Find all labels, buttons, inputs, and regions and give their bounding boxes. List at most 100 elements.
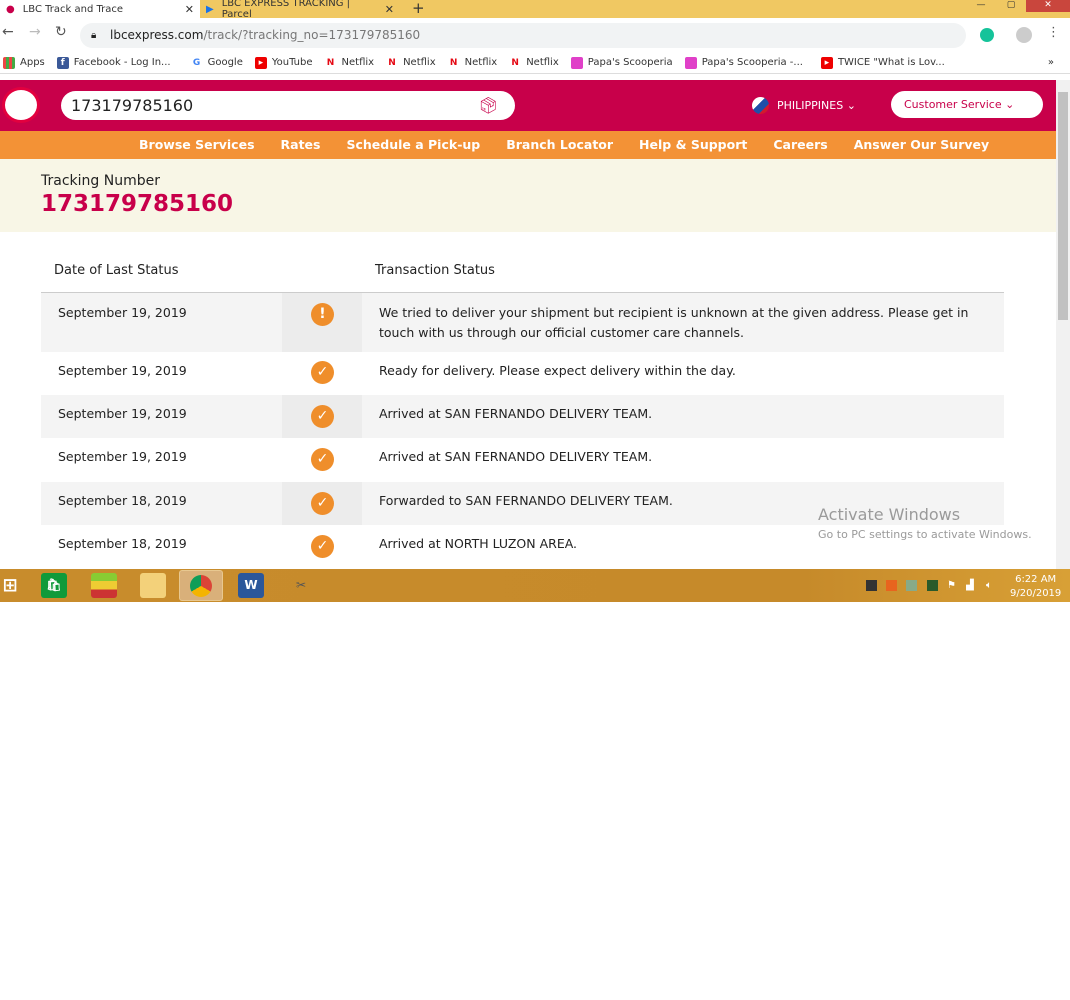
lbc-logo[interactable]: [2, 87, 40, 123]
close-tab-icon[interactable]: ✕: [185, 3, 194, 16]
bookmark-papas[interactable]: Papa's Scooperia: [570, 56, 673, 69]
bookmark-netflix[interactable]: N Netflix: [448, 57, 498, 69]
action-center-flag-icon[interactable]: ⚑: [947, 580, 958, 591]
bookmark-label: YouTube: [271, 57, 313, 68]
snipping-tool-icon[interactable]: ✂: [288, 573, 314, 598]
table-row: September 19, 2019 ✓ Ready for delivery. P…: [41, 352, 1004, 395]
play-favicon-icon: ▶: [206, 3, 214, 15]
bookmark-label: Apps: [20, 57, 45, 68]
nav-rates[interactable]: Rates: [268, 131, 334, 159]
check-icon: ✓: [311, 492, 334, 515]
row-date: September 19, 2019: [58, 406, 187, 421]
header-status: Transaction Status: [375, 263, 495, 278]
bookmark-label: Netflix: [464, 57, 498, 68]
tab-strip: ● LBC Track and Trace ✕ ▶ LBC EXPRESS TRACK…: [0, 0, 1070, 20]
apps-icon: [3, 56, 15, 69]
netflix-icon: N: [511, 57, 519, 68]
chrome-icon: [190, 575, 212, 597]
chrome-taskbar-button[interactable]: [179, 570, 223, 601]
clock-date: 9/20/2019: [1010, 588, 1062, 599]
row-status: We tried to deliver your shipment but re…: [379, 305, 969, 340]
nav-careers[interactable]: Careers: [760, 131, 840, 159]
file-explorer-icon[interactable]: [140, 573, 166, 598]
tray-java-icon[interactable]: [886, 580, 897, 591]
volume-icon[interactable]: 🔈︎: [986, 580, 997, 591]
facebook-icon: f: [56, 56, 69, 69]
google-icon: G: [192, 57, 201, 68]
row-date: September 19, 2019: [58, 449, 187, 464]
bookmark-youtube[interactable]: ▸ YouTube: [254, 56, 313, 69]
bookmark-google[interactable]: G Google: [191, 57, 243, 69]
tab-lbc-express[interactable]: ▶ LBC EXPRESS TRACKING | Parcel ✕: [200, 0, 400, 20]
new-tab-icon[interactable]: +: [412, 0, 425, 17]
more-bookmarks-button[interactable]: »: [1048, 57, 1054, 68]
bookmark-label: Papa's Scooperia -...: [701, 57, 803, 68]
back-icon[interactable]: ←: [2, 24, 14, 40]
tracking-number: 173179785160: [41, 191, 234, 217]
bookmark-label: Netflix: [403, 57, 436, 68]
close-window-icon[interactable]: ✕: [1026, 0, 1070, 12]
profile-icon[interactable]: [1016, 27, 1032, 43]
maximize-icon[interactable]: ▢: [996, 0, 1026, 12]
track-search-icon[interactable]: 📦︎: [478, 96, 498, 115]
papas-icon: [684, 56, 697, 69]
youtube-icon: ▸: [820, 56, 833, 69]
nav-schedule-pickup[interactable]: Schedule a Pick-up: [333, 131, 493, 159]
nav-branch-locator[interactable]: Branch Locator: [493, 131, 626, 159]
table-row: September 19, 2019! We tried to deliver y…: [41, 293, 1004, 352]
bookmark-apps[interactable]: Apps: [3, 56, 45, 69]
grammarly-icon[interactable]: [980, 28, 994, 42]
row-date: September 18, 2019: [58, 536, 187, 551]
lock-icon: 🔒︎: [91, 30, 97, 41]
tray-nvidia-icon[interactable]: [927, 580, 938, 591]
tab-lbc-track[interactable]: ● LBC Track and Trace ✕: [0, 0, 200, 18]
country-label: PHILIPPINES ⌄: [777, 99, 856, 112]
nav-help-support[interactable]: Help & Support: [626, 131, 760, 159]
table-row: September 19, 2019 ✓ Arrived at SAN FERNAN…: [41, 438, 1004, 482]
tracking-search-input[interactable]: 173179785160: [61, 91, 515, 120]
bookmark-netflix[interactable]: N Netflix: [509, 57, 559, 69]
nav-answer-survey[interactable]: Answer Our Survey: [841, 131, 1002, 159]
activate-windows-subtitle: Go to PC settings to activate Windows.: [818, 528, 1032, 541]
customer-service-button[interactable]: Customer Service ⌄: [891, 91, 1043, 118]
bookmark-facebook[interactable]: f Facebook - Log In...: [56, 56, 171, 69]
bluestacks-icon[interactable]: [91, 573, 117, 598]
network-icon[interactable]: ▟: [966, 580, 977, 591]
bookmark-label: Papa's Scooperia: [587, 57, 673, 68]
bookmark-label: Netflix: [341, 57, 375, 68]
tray-usb-icon[interactable]: [906, 580, 917, 591]
windows-start-icon[interactable]: ⊞: [0, 573, 20, 598]
bookmark-label: Facebook - Log In...: [73, 57, 171, 68]
main-nav: Browse Services Rates Schedule a Pick-up…: [0, 131, 1056, 159]
papas-icon: [570, 56, 583, 69]
table-row: September 19, 2019 ✓ Arrived at SAN FERNAN…: [41, 395, 1004, 438]
address-bar[interactable]: 🔒︎ lbcexpress.com/track/?tracking_no=1731…: [80, 23, 966, 48]
store-icon[interactable]: 🛍︎: [41, 573, 67, 598]
minimize-icon[interactable]: —: [966, 0, 996, 12]
bookmark-papas[interactable]: Papa's Scooperia -...: [684, 56, 803, 69]
bookmark-netflix[interactable]: N Netflix: [325, 57, 375, 69]
tray-app-icon[interactable]: [866, 580, 877, 591]
nav-browse-services[interactable]: Browse Services: [126, 131, 268, 159]
country-selector[interactable]: PHILIPPINES ⌄: [752, 97, 856, 114]
system-clock[interactable]: 6:22 AM 9/20/2019: [1010, 573, 1061, 601]
youtube-icon: ▸: [254, 56, 267, 69]
forward-icon[interactable]: →: [29, 24, 41, 40]
word-icon[interactable]: W: [238, 573, 264, 598]
row-date: September 19, 2019: [58, 363, 187, 378]
bookmark-netflix[interactable]: N Netflix: [386, 57, 436, 69]
scrollbar-thumb[interactable]: [1058, 92, 1068, 320]
row-date: September 18, 2019: [58, 493, 187, 508]
row-status: Arrived at SAN FERNANDO DELIVERY TEAM.: [379, 449, 653, 464]
clock-time: 6:22 AM: [1015, 574, 1057, 585]
bookmark-label: Netflix: [526, 57, 559, 68]
bookmark-twice[interactable]: ▸ TWICE "What is Lov...: [820, 56, 945, 69]
close-tab-icon[interactable]: ✕: [385, 3, 394, 16]
menu-icon[interactable]: ⋮: [1047, 25, 1060, 40]
check-icon: ✓: [311, 361, 334, 384]
tab-title: LBC EXPRESS TRACKING | Parcel: [221, 0, 351, 20]
bookmark-label: Google: [207, 57, 243, 68]
check-icon: ✓: [311, 535, 334, 558]
reload-icon[interactable]: ↻: [55, 24, 67, 40]
bookmark-label: TWICE "What is Lov...: [837, 57, 945, 68]
